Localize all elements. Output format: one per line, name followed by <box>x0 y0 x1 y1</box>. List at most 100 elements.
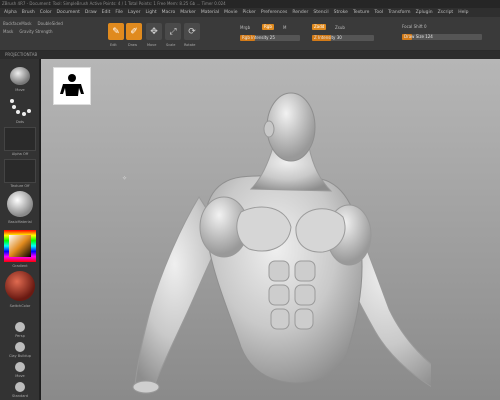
m-button[interactable]: M <box>283 25 286 30</box>
draw-mode-label: Draw <box>128 43 138 47</box>
left-pectoral <box>295 208 346 253</box>
menu-item-draw[interactable]: Draw <box>85 8 97 17</box>
persp-label: Persp <box>15 334 25 338</box>
scale-mode-button[interactable]: ⤢ <box>165 23 181 40</box>
rotate-mode-label: Rotate <box>184 43 196 47</box>
menu-item-transform[interactable]: Transform <box>388 8 410 17</box>
menu-item-stencil[interactable]: Stencil <box>313 8 328 17</box>
mrgb-button[interactable]: Mrgb <box>240 25 250 30</box>
menu-item-file[interactable]: File <box>115 8 123 17</box>
window-title: ZBrush 4R7 - Document: Tool: SimpleBrush… <box>2 1 226 6</box>
menu-item-light[interactable]: Light <box>145 8 156 17</box>
texture-swatch <box>4 159 36 183</box>
texture-label: Texture Off <box>10 184 30 188</box>
menu-item-picker[interactable]: Picker <box>242 8 255 17</box>
menu-item-stroke[interactable]: Stroke <box>334 8 348 17</box>
move-mode-button[interactable]: ✥ <box>146 23 162 40</box>
sub-toolbar-text: PROJECTIONTAB <box>5 52 38 57</box>
sub-toolbar: PROJECTIONTAB <box>0 51 500 59</box>
gravity-strength-slider[interactable]: Gravity Strength <box>19 29 52 34</box>
zsub-button[interactable]: Zsub <box>335 25 345 30</box>
menu-item-preferences[interactable]: Preferences <box>261 8 287 17</box>
edit-icon: ✎ <box>112 26 120 37</box>
title-bar: ZBrush 4R7 - Document: Tool: SimpleBrush… <box>0 0 500 8</box>
menu-item-zplugin[interactable]: Zplugin <box>416 8 433 17</box>
material-selector[interactable]: BasicMaterial <box>2 189 38 224</box>
rotate-mode-button[interactable]: ⟳ <box>184 23 200 40</box>
rotate-icon: ⟳ <box>188 26 196 37</box>
edit-mode-button[interactable]: ✎ <box>108 23 124 40</box>
navigation-thumbnail[interactable] <box>53 67 91 105</box>
material-label: BasicMaterial <box>8 220 32 224</box>
color-picker[interactable]: Gradient <box>2 229 38 268</box>
menu-item-tool[interactable]: Tool <box>374 8 383 17</box>
menu-item-help[interactable]: Help <box>458 8 468 17</box>
z-intensity-label: Z Intensity 30 <box>314 35 342 40</box>
brush-selector[interactable]: Move <box>2 63 38 92</box>
focal-shift-label: Focal Shift 0 <box>402 24 427 29</box>
draw-mode-button[interactable]: ✐ <box>126 23 142 40</box>
switch-color-label: SwitchColor <box>9 304 31 308</box>
torso-silhouette-icon <box>60 74 84 96</box>
menu-item-edit[interactable]: Edit <box>102 8 111 17</box>
ear <box>263 120 275 138</box>
move-mode-label: Move <box>147 43 157 47</box>
menu-item-texture[interactable]: Texture <box>353 8 369 17</box>
rgb-intensity-slider[interactable]: Rgb Intensity 25 <box>240 35 300 41</box>
brush-label: Move <box>15 88 25 92</box>
move-brush-icon <box>10 67 30 85</box>
standard-brush-label: Standard <box>12 394 28 398</box>
menu-item-alpha[interactable]: Alpha <box>4 8 17 17</box>
dots-stroke-icon <box>10 99 31 116</box>
clay-buildup-icon <box>15 342 25 352</box>
move-brush-label: Move <box>15 374 25 378</box>
backface-mask-toggle[interactable]: BackfaceMask <box>3 21 32 26</box>
menu-item-macro[interactable]: Macro <box>162 8 176 17</box>
top-toolbar: BackfaceMask DoubleSided Mask Gravity St… <box>0 17 500 51</box>
right-pectoral <box>236 206 292 252</box>
clay-buildup-button[interactable]: Clay Buildup <box>2 341 38 358</box>
alpha-selector[interactable]: Alpha Off <box>2 127 38 156</box>
rgb-intensity-label: Rgb Intensity 25 <box>242 35 275 40</box>
menu-item-brush[interactable]: Brush <box>22 8 35 17</box>
scale-icon: ⤢ <box>169 26 177 37</box>
move-icon: ✥ <box>150 26 158 37</box>
menu-item-material[interactable]: Material <box>201 8 219 17</box>
canvas-viewport[interactable]: ✧ <box>41 59 500 400</box>
draw-size-label: Draw Size 124 <box>404 34 433 39</box>
red-matcap-sphere-icon <box>5 271 35 301</box>
menu-item-render[interactable]: Render <box>292 8 308 17</box>
move-sphere-icon <box>15 362 25 372</box>
menu-item-document[interactable]: Document <box>57 8 80 17</box>
rgb-button[interactable]: Rgb <box>262 24 274 30</box>
male-torso-model[interactable] <box>91 77 431 397</box>
menu-item-marker[interactable]: Marker <box>180 8 196 17</box>
alpha-label: Alpha Off <box>11 152 29 156</box>
zadd-button[interactable]: Zadd <box>312 24 327 30</box>
material-sphere-icon <box>7 191 33 217</box>
stroke-label: Dots <box>15 120 25 124</box>
gradient-label: Gradient <box>12 264 28 268</box>
edit-mode-label: Edit <box>110 43 117 47</box>
clay-buildup-label: Clay Buildup <box>9 354 31 358</box>
z-intensity-slider[interactable]: Z Intensity 30 <box>312 35 374 41</box>
stroke-selector[interactable]: Dots <box>2 95 38 124</box>
standard-brush-button[interactable]: Standard <box>2 381 38 398</box>
draw-size-slider[interactable]: Draw Size 124 <box>402 34 482 40</box>
color-picker-swatch <box>4 230 36 262</box>
menu-item-movie[interactable]: Movie <box>224 8 237 17</box>
draw-icon: ✐ <box>130 26 138 37</box>
persp-button[interactable]: Persp <box>2 321 38 338</box>
move-brush-button[interactable]: Move <box>2 361 38 378</box>
alpha-swatch <box>4 127 36 151</box>
right-hand-stub <box>132 380 160 394</box>
matcap-selector[interactable]: SwitchColor <box>2 269 38 308</box>
texture-selector[interactable]: Texture Off <box>2 159 38 188</box>
toolbar-left-group: BackfaceMask DoubleSided Mask Gravity St… <box>3 21 103 37</box>
mask-toggle[interactable]: Mask <box>3 29 13 34</box>
menu-item-zscript[interactable]: Zscript <box>438 8 454 17</box>
menu-item-layer[interactable]: Layer <box>128 8 141 17</box>
left-shelf: Move Dots Alpha Off Texture Off BasicMat… <box>0 59 40 400</box>
menu-item-color[interactable]: Color <box>40 8 52 17</box>
double-sided-toggle[interactable]: DoubleSided <box>38 21 63 26</box>
